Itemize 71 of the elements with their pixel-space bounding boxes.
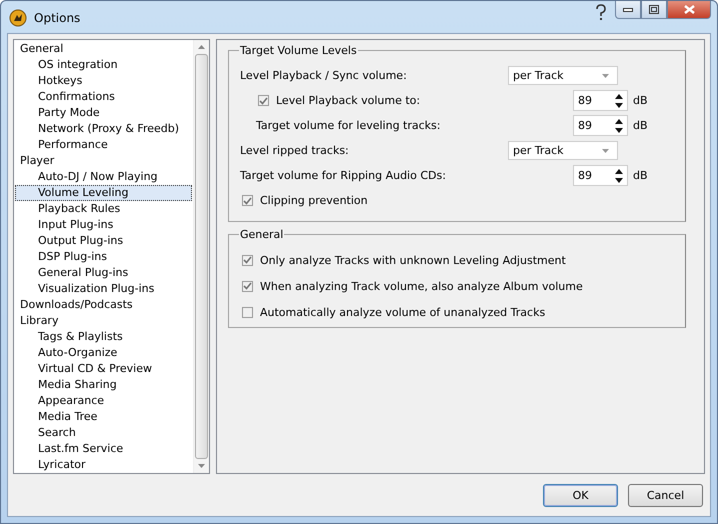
field-label: Level Playback / Sync volume: — [240, 69, 408, 82]
caret-icon — [602, 148, 609, 152]
minimize-button[interactable] — [615, 1, 641, 19]
tree-item[interactable]: Downloads/Podcasts — [15, 297, 192, 313]
tree-item[interactable]: Media Tree — [15, 409, 192, 425]
tree-item[interactable]: Output Plug-ins — [15, 233, 192, 249]
number-spinner[interactable]: 89 — [573, 115, 628, 136]
checkbox-label: Automatically analyze volume of unanalyzed Tracks — [260, 306, 546, 318]
field-label: Target volume for Ripping Audio CDs: — [240, 169, 447, 182]
dialog-button[interactable]: OK — [543, 484, 618, 506]
checkbox[interactable] — [242, 306, 253, 318]
scroll-thumb[interactable] — [195, 54, 208, 459]
maximize-icon — [649, 5, 659, 14]
close-icon — [684, 5, 694, 14]
tree-item[interactable]: General — [15, 41, 192, 57]
checkbox[interactable] — [242, 280, 253, 292]
tree-item[interactable]: Virtual CD & Preview — [15, 361, 192, 377]
tree-item[interactable]: Hotkeys — [15, 73, 192, 89]
tree-item[interactable]: Party Mode — [15, 105, 192, 121]
unit-label: dB — [632, 94, 649, 107]
dropdown[interactable]: per Track — [508, 141, 618, 160]
unit-label: dB — [632, 169, 649, 182]
tree-item[interactable]: Volume Leveling — [15, 185, 192, 201]
scroll-up-icon[interactable] — [198, 45, 205, 49]
number-spinner[interactable]: 89 — [573, 90, 628, 111]
tree-item[interactable]: Auto-Organize — [15, 345, 192, 361]
tree-item[interactable]: Performance — [15, 137, 192, 153]
field-label: Target volume for leveling tracks: — [256, 119, 442, 132]
dialog-button[interactable]: Cancel — [628, 484, 703, 506]
scroll-down-icon[interactable] — [198, 464, 205, 468]
field-label: Level Playback volume to: — [276, 94, 422, 107]
tree-item[interactable]: Appearance — [15, 393, 192, 409]
spinner-arrows-icon[interactable] — [615, 168, 623, 184]
tree-item[interactable]: Confirmations — [15, 89, 192, 105]
tree-item[interactable]: Tags & Playlists — [15, 329, 192, 345]
maximize-button[interactable] — [641, 1, 667, 19]
tree-item[interactable]: Media Sharing — [15, 377, 192, 393]
caret-icon — [602, 74, 609, 78]
spinner-arrows-icon[interactable] — [615, 92, 623, 108]
checkbox-label: When analyzing Track volume, also analyze Album volume — [260, 280, 583, 292]
spinner-arrows-icon[interactable] — [615, 118, 623, 134]
minimize-icon — [623, 8, 633, 12]
tree-item[interactable]: Search — [15, 425, 192, 441]
checkbox[interactable] — [258, 95, 269, 106]
tree-item[interactable]: Visualization Plug-ins — [15, 281, 192, 297]
tree-item[interactable]: Playback Rules — [15, 201, 192, 217]
field-label: Level ripped tracks: — [240, 144, 350, 157]
tree-item[interactable]: Network (Proxy & Freedb) — [15, 121, 192, 137]
window-title: Options — [34, 11, 80, 25]
tree-item[interactable]: DSP Plug-ins — [15, 249, 192, 265]
tree-item[interactable]: Auto-DJ / Now Playing — [15, 169, 192, 185]
checkbox-label: Only analyze Tracks with unknown Leveling Adjustment — [260, 254, 566, 266]
help-icon[interactable] — [595, 4, 607, 22]
tree-item[interactable]: Input Plug-ins — [15, 217, 192, 233]
tree-item[interactable]: OS integration — [15, 57, 192, 73]
tree-item[interactable]: Last.fm Service — [15, 441, 192, 457]
tree-item[interactable]: General Plug-ins — [15, 265, 192, 281]
group-title: Target Volume Levels — [239, 44, 358, 57]
unit-label: dB — [632, 119, 649, 132]
group-title: General — [239, 228, 284, 241]
dropdown[interactable]: per Track — [508, 66, 618, 85]
tree-item[interactable]: Lyricator — [15, 457, 192, 473]
tree-item[interactable]: Player — [15, 153, 192, 169]
app-logo-icon — [9, 9, 27, 27]
close-button[interactable] — [667, 1, 711, 19]
checkbox[interactable] — [242, 195, 253, 206]
checkbox-label: Clipping prevention — [260, 194, 368, 207]
checkbox[interactable] — [242, 254, 253, 266]
scrollbar[interactable] — [193, 40, 209, 473]
number-spinner[interactable]: 89 — [573, 165, 628, 186]
tree-item[interactable]: Library — [15, 313, 192, 329]
